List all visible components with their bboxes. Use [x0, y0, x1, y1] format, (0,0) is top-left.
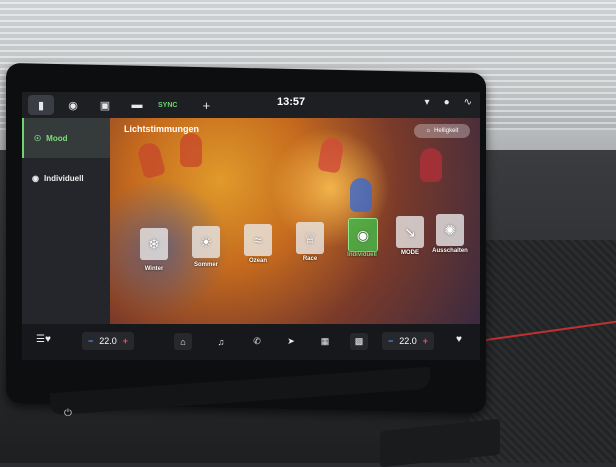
right-temp-minus-button[interactable]: −	[388, 336, 393, 346]
connectivity-icon[interactable]: ∿	[464, 97, 472, 108]
user-icon[interactable]: ●	[444, 97, 450, 108]
home-icon[interactable]: ⌂	[174, 333, 192, 350]
sidebar-item-individuell[interactable]: ◉ Individuell	[22, 158, 110, 198]
background-hand	[350, 178, 372, 212]
individual-tile-icon: ◉	[356, 226, 370, 243]
apps-icon[interactable]: ▦	[316, 333, 334, 350]
seat-heating-left-icon[interactable]: ☰♥	[36, 334, 51, 345]
individual-icon: ◉	[32, 173, 39, 183]
off-icon: ✺	[444, 221, 456, 238]
tile-race[interactable]: ♕	[296, 222, 324, 254]
background-hand	[420, 148, 442, 182]
tile-label: Winter	[144, 266, 164, 272]
assist-icon[interactable]: ◉	[60, 95, 86, 115]
snow-icon: ❄	[148, 235, 160, 252]
sidebar-item-label: Individuell	[43, 173, 84, 183]
infotainment-screen: ▮ ◉ ▣ ▬ SYNC + 13:57 ▾ ● ∿ ☉ Mood ◉ Indi…	[22, 92, 480, 360]
right-temperature-control: − 22.0 +	[382, 332, 435, 350]
sun-small-icon: ☼	[425, 128, 432, 134]
music-icon[interactable]: ♫	[212, 333, 230, 350]
right-temperature: 22.0	[399, 336, 417, 346]
car-front-icon[interactable]: ▣	[92, 95, 118, 115]
top-right-icons: ▾ ● ∿	[425, 97, 472, 108]
speaker-icon[interactable]: ▾	[425, 97, 430, 108]
tile-sommer[interactable]: ☀	[192, 226, 220, 258]
clock: 13:57	[277, 96, 306, 108]
menu-icon[interactable]: ▩	[350, 333, 368, 350]
phone-icon[interactable]: ✆	[248, 333, 266, 350]
top-status-bar: ▮ ◉ ▣ ▬ SYNC + 13:57 ▾ ● ∿	[22, 92, 480, 118]
left-temp-minus-button[interactable]: −	[88, 336, 93, 346]
tile-ozean[interactable]: ≈	[244, 224, 272, 256]
brightness-label: Helligkeit	[434, 128, 459, 134]
navigation-icon[interactable]: ➤	[282, 333, 300, 350]
left-temp-plus-button[interactable]: +	[123, 336, 128, 346]
wave-icon: ≈	[254, 232, 262, 248]
background-hand	[180, 133, 202, 167]
sidebar-item-label: Mood	[46, 133, 68, 143]
mood-tiles: ❄ Winter ☀ Sommer ≈ Ozean ♕ Race ◉ Indiv…	[130, 214, 470, 288]
car-side-icon[interactable]: ▬	[124, 95, 150, 115]
mode-icon: ↘	[404, 223, 416, 240]
left-temperature-control: − 22.0 +	[82, 332, 135, 350]
tile-label: Sommer	[193, 262, 218, 268]
brightness-button[interactable]: ☼ Helligkeit	[414, 124, 470, 138]
sync-button[interactable]: SYNC	[158, 102, 177, 109]
tile-winter[interactable]: ❄	[140, 228, 168, 260]
sidebar-item-mood[interactable]: ☉ Mood	[22, 118, 110, 158]
add-button[interactable]: +	[193, 95, 219, 115]
car-icon[interactable]: ▮	[28, 95, 54, 115]
tile-label: Individuell	[347, 252, 377, 258]
tile-individuell[interactable]: ◉	[348, 218, 378, 252]
mood-lighting-panel: Lichtstimmungen ☼ Helligkeit ❄ Winter ☀ …	[110, 118, 480, 324]
right-temp-plus-button[interactable]: +	[423, 336, 428, 346]
mood-icon: ☉	[34, 133, 42, 143]
tile-label: Ausschalten	[432, 248, 468, 254]
sun-icon: ☀	[199, 233, 213, 250]
power-icon[interactable]: ⏻	[64, 408, 72, 419]
tile-mode[interactable]: ↘	[396, 216, 424, 248]
tile-ausschalten[interactable]: ✺	[436, 214, 464, 246]
sidebar: ☉ Mood ◉ Individuell	[22, 118, 110, 324]
page-title: Lichtstimmungen	[124, 124, 200, 134]
left-temperature: 22.0	[99, 336, 117, 346]
seat-heating-right-icon[interactable]: ♥	[456, 334, 462, 345]
trophy-icon: ♕	[303, 229, 317, 246]
background-hand	[135, 140, 167, 180]
bottom-climate-bar: ☰♥ − 22.0 + ⌂ ♫ ✆ ➤ ▦ ▩ − 22.0 + ♥	[22, 324, 480, 360]
tile-label: Ozean	[248, 258, 267, 264]
tile-label: Race	[302, 256, 318, 262]
